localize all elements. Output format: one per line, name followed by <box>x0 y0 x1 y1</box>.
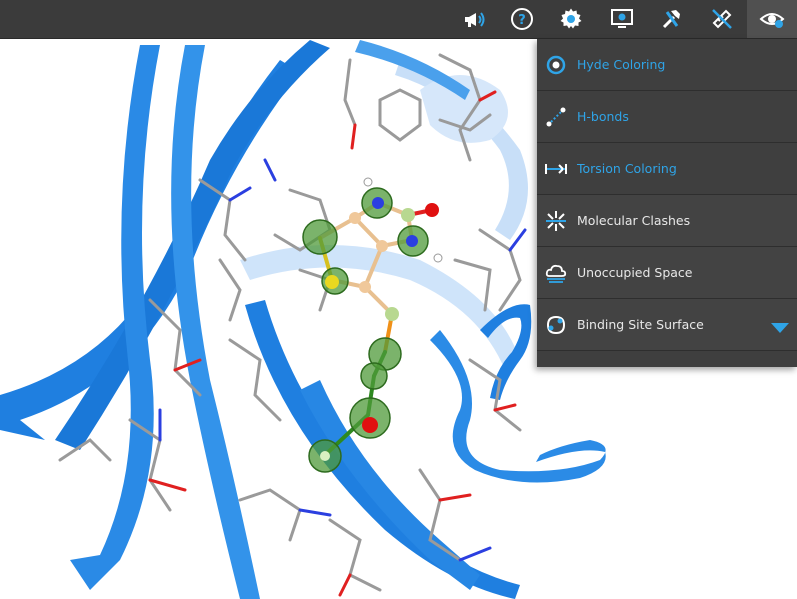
svg-text:?: ? <box>518 13 526 28</box>
menu-item-unoccupied-space[interactable]: Unoccupied Space <box>537 247 797 299</box>
target-icon <box>544 53 568 77</box>
settings-icon[interactable] <box>547 0 595 38</box>
visibility-menu: Hyde Coloring H-bonds Torsion Coloring M… <box>537 39 797 367</box>
surface-icon <box>544 313 568 337</box>
tools-icon[interactable] <box>648 0 696 38</box>
menu-item-torsion-coloring[interactable]: Torsion Coloring <box>537 143 797 195</box>
menu-item-label: Hyde Coloring <box>577 57 666 72</box>
cloud-icon <box>544 261 568 285</box>
menu-item-label: Molecular Clashes <box>577 213 691 228</box>
help-icon[interactable]: ? <box>498 0 546 38</box>
menu-item-label: Torsion Coloring <box>577 161 677 176</box>
hbond-icon <box>544 105 568 129</box>
menu-item-molecular-clashes[interactable]: Molecular Clashes <box>537 195 797 247</box>
chevron-down-icon[interactable] <box>771 319 789 338</box>
menu-item-hyde-coloring[interactable]: Hyde Coloring <box>537 39 797 91</box>
measure-icon[interactable] <box>698 0 746 38</box>
clash-icon <box>544 209 568 233</box>
torsion-icon <box>544 157 568 181</box>
display-icon[interactable] <box>598 0 646 38</box>
menu-item-h-bonds[interactable]: H-bonds <box>537 91 797 143</box>
menu-item-label: H-bonds <box>577 109 629 124</box>
top-toolbar: ? <box>0 0 797 39</box>
announcements-icon[interactable] <box>450 0 498 38</box>
visibility-icon[interactable] <box>747 0 797 38</box>
menu-item-label: Unoccupied Space <box>577 265 693 280</box>
menu-item-label: Binding Site Surface <box>577 317 704 332</box>
menu-item-binding-site-surface[interactable]: Binding Site Surface <box>537 299 797 351</box>
